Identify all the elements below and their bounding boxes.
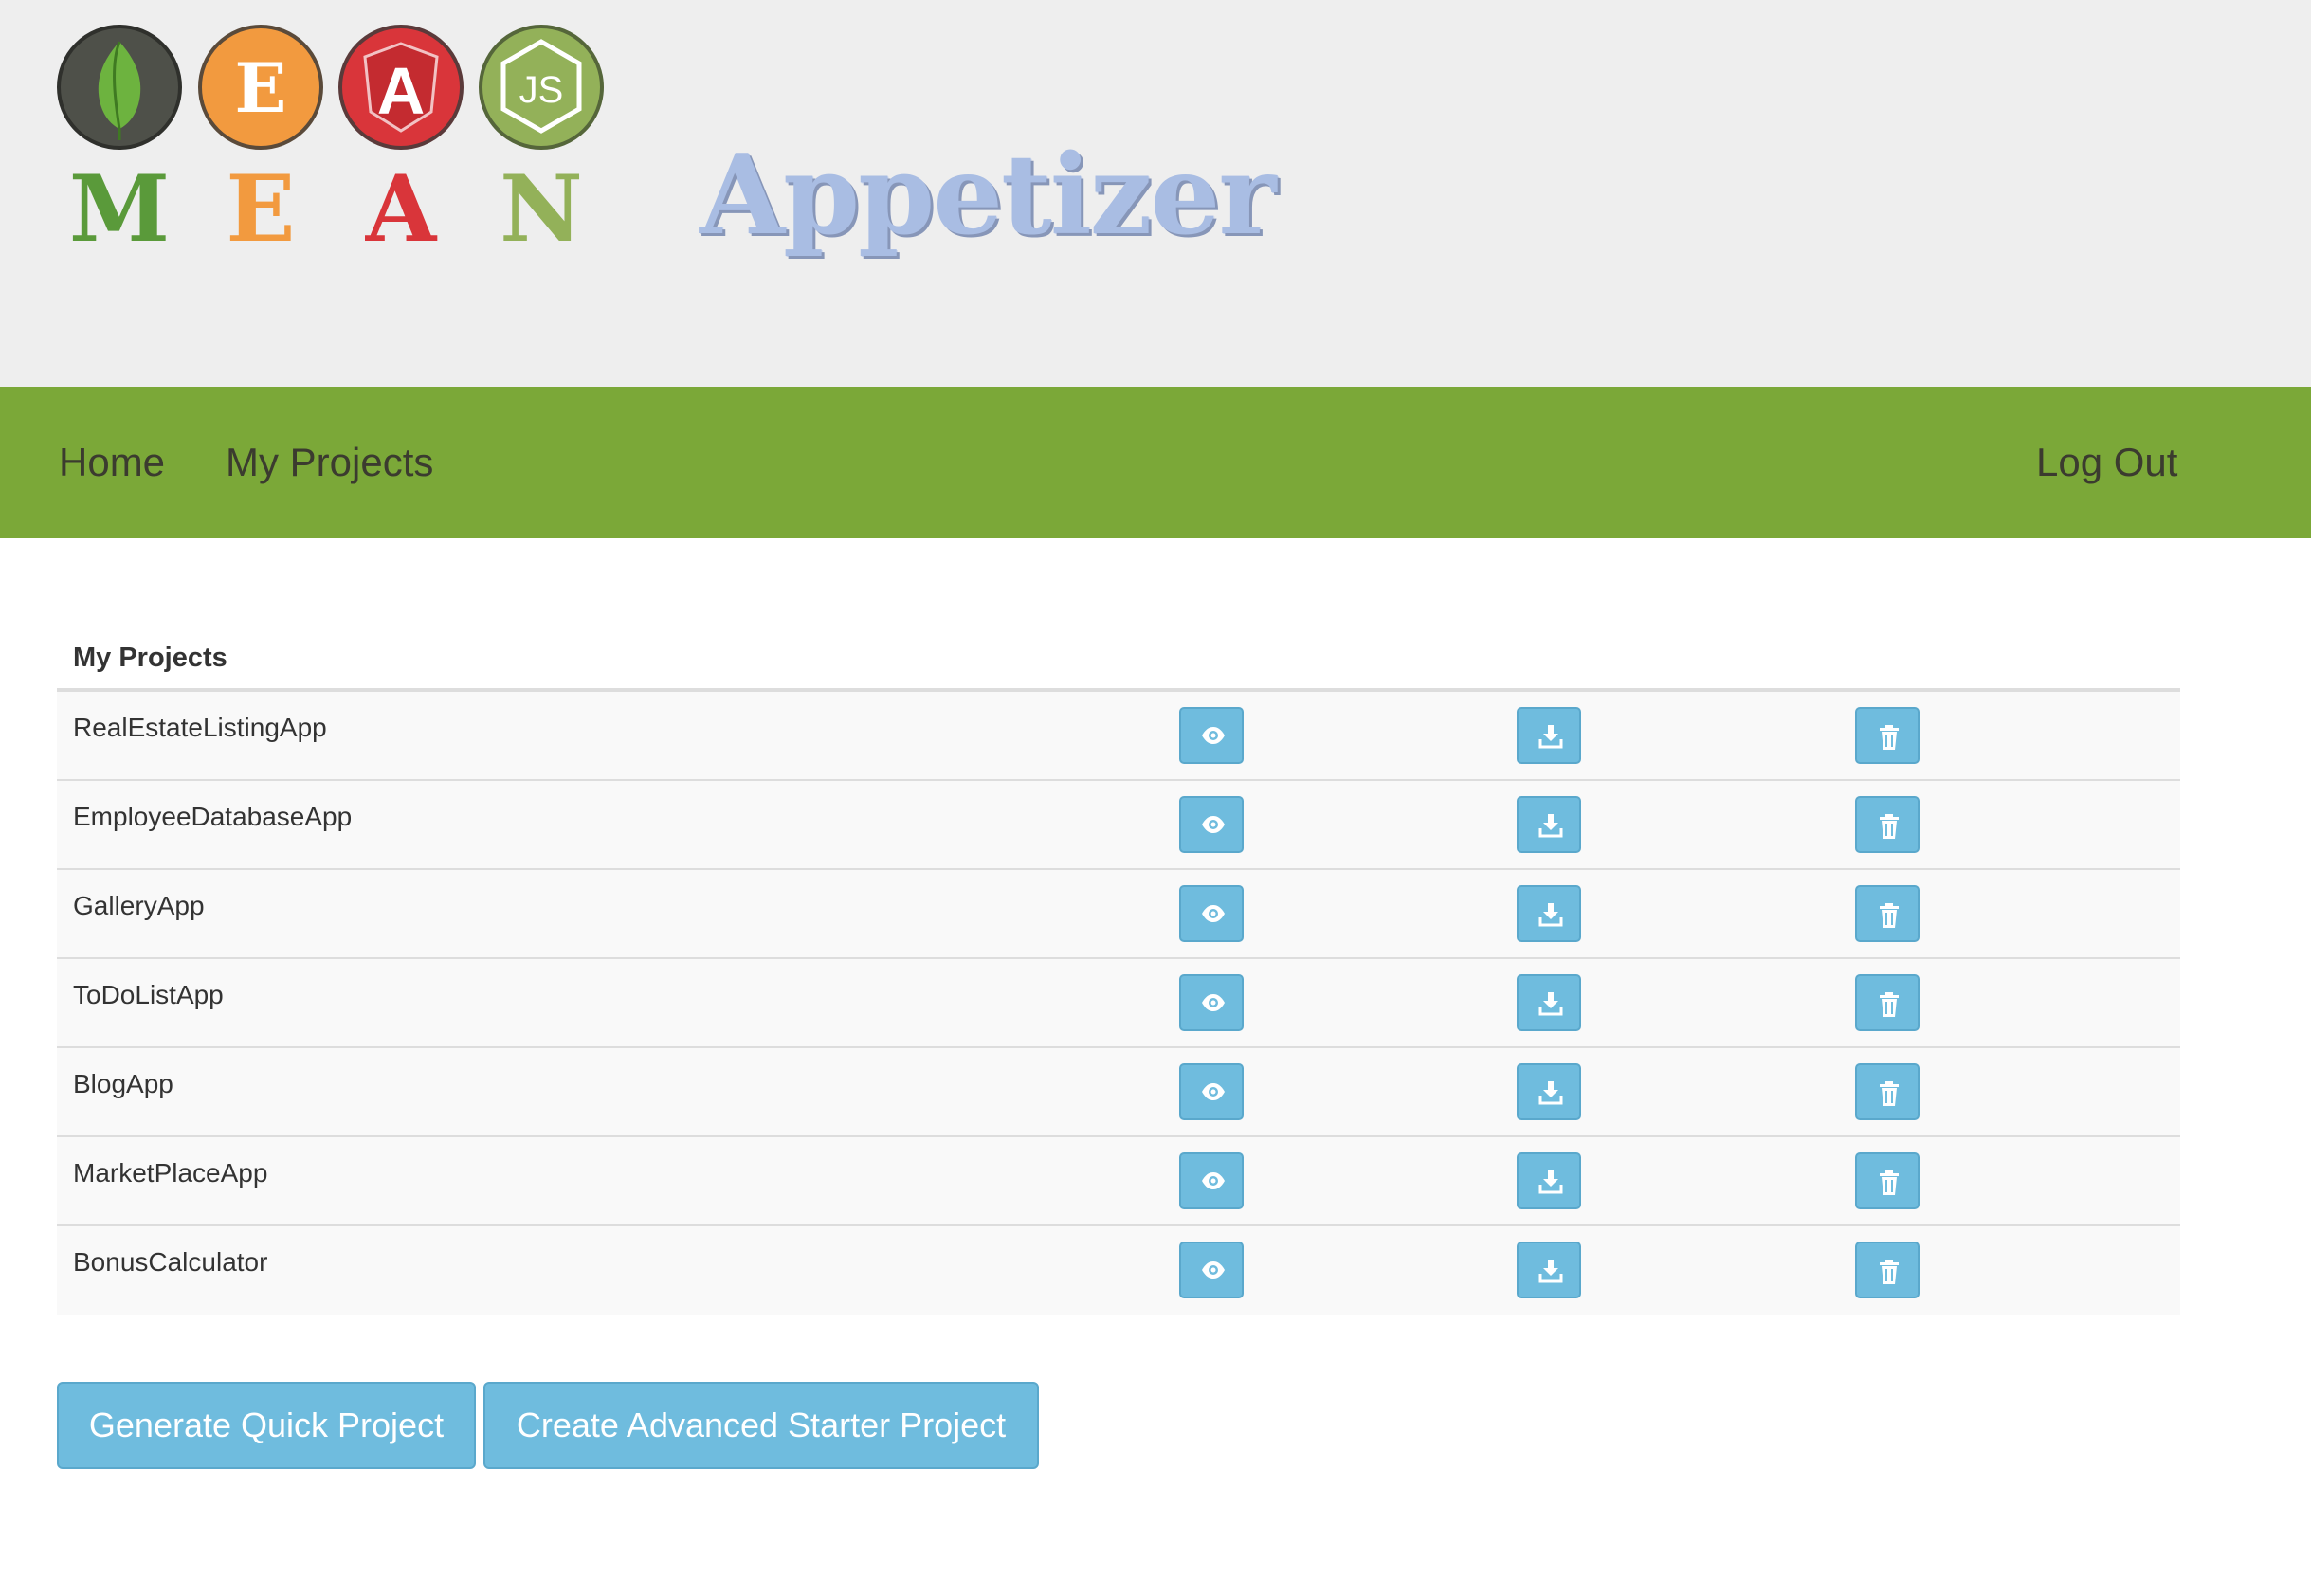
trash-icon: [1880, 992, 1899, 1017]
express-mark: E: [235, 47, 287, 128]
download-project-button[interactable]: [1517, 974, 1581, 1031]
project-name: MarketPlaceApp: [73, 1158, 268, 1188]
mongodb-leaf-icon: [57, 25, 182, 150]
table-row: BlogApp: [57, 1048, 2180, 1137]
logo-letter-e: E: [226, 155, 296, 263]
delete-project-button[interactable]: [1855, 885, 1920, 942]
download-project-button[interactable]: [1517, 1242, 1581, 1298]
view-project-button[interactable]: [1179, 796, 1244, 853]
table-row: BonusCalculator: [57, 1226, 2180, 1315]
nav-my-projects-link[interactable]: My Projects: [226, 434, 433, 491]
view-project-button[interactable]: [1179, 707, 1244, 764]
eye-icon: [1202, 1261, 1225, 1279]
trash-icon: [1880, 814, 1899, 839]
table-row: RealEstateListingApp: [57, 692, 2180, 781]
angular-shield-icon: A: [338, 25, 464, 150]
download-icon: [1538, 814, 1563, 838]
download-icon: [1538, 1170, 1563, 1194]
project-name: GalleryApp: [73, 891, 205, 920]
trash-icon: [1880, 1260, 1899, 1284]
main-navbar: Home My Projects Log Out: [0, 387, 2311, 538]
logo-letter-m: M: [68, 155, 171, 263]
angular-mark: A: [377, 54, 426, 128]
trash-icon: [1880, 1170, 1899, 1195]
table-row: MarketPlaceApp: [57, 1137, 2180, 1226]
download-icon: [1538, 1260, 1563, 1283]
view-project-button[interactable]: [1179, 974, 1244, 1031]
eye-icon: [1202, 816, 1225, 833]
eye-icon: [1202, 1083, 1225, 1100]
logo-letter-a: A: [365, 155, 437, 263]
mean-logo: E A JS M E A N: [57, 25, 616, 262]
delete-project-button[interactable]: [1855, 1152, 1920, 1209]
delete-project-button[interactable]: [1855, 1242, 1920, 1298]
table-row: ToDoListApp: [57, 959, 2180, 1048]
view-project-button[interactable]: [1179, 1152, 1244, 1209]
generate-quick-project-button[interactable]: Generate Quick Project: [57, 1382, 476, 1469]
app-title: Appetizer: [700, 131, 1276, 260]
download-icon: [1538, 1081, 1563, 1105]
trash-icon: [1880, 1081, 1899, 1106]
table-body: RealEstateListingApp EmployeeDatabaseApp…: [57, 692, 2180, 1315]
project-name: EmployeeDatabaseApp: [73, 802, 353, 831]
node-mark: JS: [519, 69, 564, 111]
download-project-button[interactable]: [1517, 707, 1581, 764]
download-project-button[interactable]: [1517, 1063, 1581, 1120]
page-header: E A JS M E A N Appetizer: [0, 0, 2311, 387]
trash-icon: [1880, 903, 1899, 928]
eye-icon: [1202, 727, 1225, 744]
download-project-button[interactable]: [1517, 885, 1581, 942]
view-project-button[interactable]: [1179, 1242, 1244, 1298]
view-project-button[interactable]: [1179, 885, 1244, 942]
express-e-icon: E: [198, 25, 323, 150]
table-row: EmployeeDatabaseApp: [57, 781, 2180, 870]
trash-icon: [1880, 725, 1899, 750]
delete-project-button[interactable]: [1855, 1063, 1920, 1120]
download-project-button[interactable]: [1517, 1152, 1581, 1209]
logo-letter-n: N: [500, 155, 583, 263]
create-advanced-starter-project-button[interactable]: Create Advanced Starter Project: [483, 1382, 1039, 1469]
view-project-button[interactable]: [1179, 1063, 1244, 1120]
download-icon: [1538, 725, 1563, 749]
nodejs-hexagon-icon: JS: [479, 25, 604, 150]
table-row: GalleryApp: [57, 870, 2180, 959]
download-icon: [1538, 903, 1563, 927]
eye-icon: [1202, 994, 1225, 1011]
table-header: My Projects: [57, 626, 2180, 692]
project-name: BlogApp: [73, 1069, 173, 1098]
project-name: RealEstateListingApp: [73, 713, 327, 742]
projects-table: My Projects RealEstateListingApp Employe…: [57, 626, 2180, 1315]
eye-icon: [1202, 905, 1225, 922]
delete-project-button[interactable]: [1855, 974, 1920, 1031]
table-header-label: My Projects: [73, 643, 227, 673]
delete-project-button[interactable]: [1855, 796, 1920, 853]
delete-project-button[interactable]: [1855, 707, 1920, 764]
project-name: BonusCalculator: [73, 1247, 268, 1277]
nav-log-out-link[interactable]: Log Out: [2036, 434, 2177, 491]
download-icon: [1538, 992, 1563, 1016]
eye-icon: [1202, 1172, 1225, 1189]
project-name: ToDoListApp: [73, 980, 224, 1009]
nav-home-link[interactable]: Home: [59, 434, 165, 491]
download-project-button[interactable]: [1517, 796, 1581, 853]
